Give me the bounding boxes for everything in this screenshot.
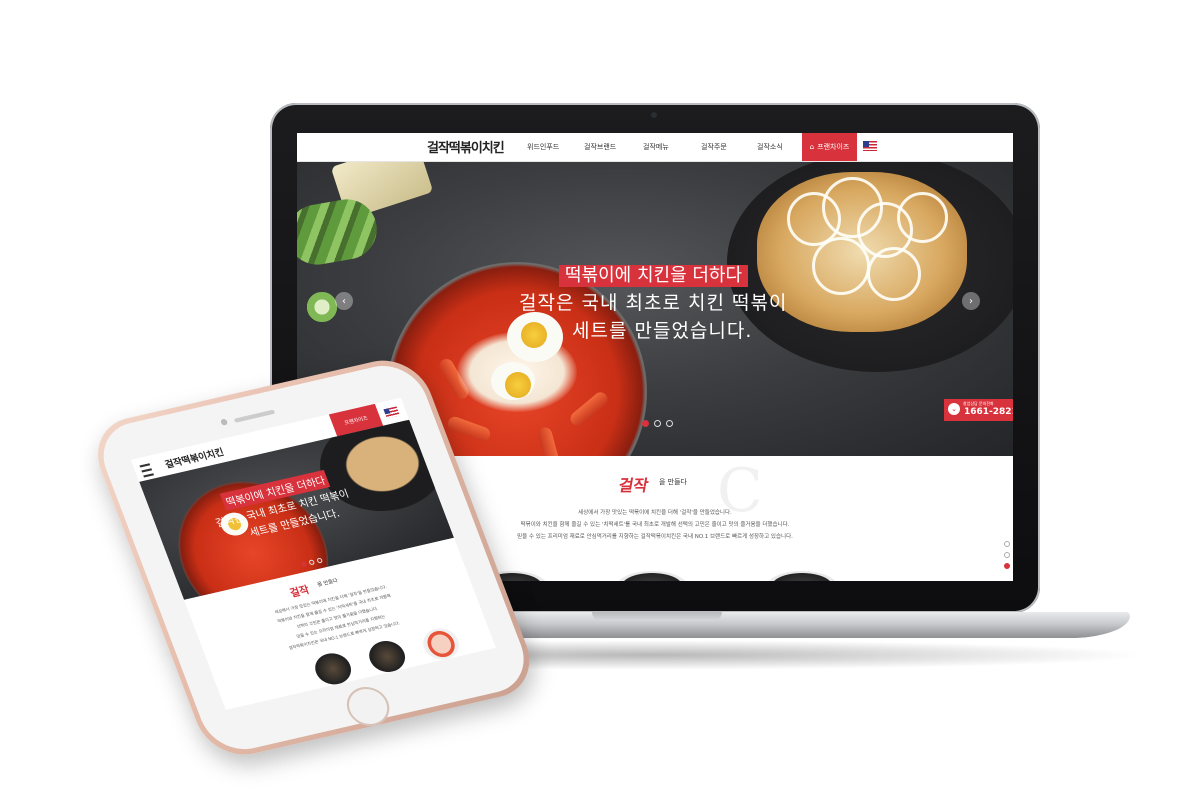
mobile-menu-thumbnail[interactable] [364,637,410,676]
chevron-down-icon: ⌄ [948,403,960,415]
franchise-icon: ⌂ [809,143,815,151]
mobile-menu-thumbnail[interactable] [418,625,464,663]
hero-subline-2: 세트를 만들었습니다. [572,320,753,342]
home-button[interactable] [340,682,396,731]
menu-thumbnail[interactable] [767,571,837,581]
mobile-hero-dot-1[interactable] [300,561,308,568]
side-nav-dot[interactable] [1004,563,1010,569]
hero-headline: 떡볶이에 치킨을 더하다 [559,265,749,287]
menu-thumbnail[interactable] [617,571,687,581]
mobile-website: 걸작떡볶이치킨 프랜차이즈 떡볶이에 치킨을 더하다 걸작은 국내 최초로 치킨… [130,397,496,710]
franchise-label: 프랜차이즈 [817,143,850,151]
mobile-intro-brand-word: 걸작 [288,584,312,600]
nav-item-news[interactable]: 걸작소식 [757,142,783,152]
intro-brand-word: 걸작 [617,476,650,495]
desktop-header-nav: 걸작떡볶이치킨 위드인푸드 걸작브랜드 걸작메뉴 걸작주문 걸작소식 ⌂ 프랜차… [297,133,1013,162]
menu-thumbnail-row [477,571,877,581]
side-nav-dot[interactable] [1004,541,1010,547]
hero-prev-arrow-icon[interactable]: ‹ [335,292,353,310]
intro-title-suffix: 을 만들다 [659,478,687,486]
mobile-hero-dot-2[interactable] [308,559,316,566]
mockup-stage: 걸작떡볶이치킨 위드인푸드 걸작브랜드 걸작메뉴 걸작주문 걸작소식 ⌂ 프랜차… [0,0,1200,800]
hero-dot-1[interactable] [642,420,649,427]
hero-subline-1: 걸작은 국내 최초로 치킨 떡볶이 [519,292,788,314]
us-flag-icon[interactable] [863,141,877,151]
us-flag-icon[interactable] [383,406,400,419]
phone-speaker [233,409,276,423]
nav-item-menu[interactable]: 걸작메뉴 [643,142,669,152]
phone-number: 1661-2821 [964,407,1013,417]
hero-dot-2[interactable] [654,420,661,427]
phone-device: 걸작떡볶이치킨 프랜차이즈 떡볶이에 치킨을 더하다 걸작은 국내 최초로 치킨… [85,352,543,763]
section-side-nav [1004,541,1010,569]
brand-logo[interactable]: 걸작떡볶이치킨 [427,137,505,156]
onion-ring-photo [897,192,948,243]
side-nav-dot[interactable] [1004,552,1010,558]
nav-item-order[interactable]: 걸작주문 [701,142,727,152]
mobile-intro-title-suffix: 을 만들다 [316,577,339,589]
phone-body: 걸작떡볶이치킨 프랜차이즈 떡볶이에 치킨을 더하다 걸작은 국내 최초로 치킨… [85,352,543,763]
onion-ring-photo [812,237,870,295]
onion-ring-photo [867,247,921,301]
hamburger-menu-icon[interactable] [139,463,155,478]
brand-logo-text: 걸작떡볶이치킨 [427,141,505,156]
mobile-menu-thumbnail[interactable] [310,649,356,688]
hero-dot-3[interactable] [666,420,673,427]
hero-pagination [642,420,673,427]
front-camera [219,418,229,426]
nav-item-brand[interactable]: 걸작브랜드 [584,142,616,152]
laptop-camera [651,112,657,118]
laptop-notch [592,612,722,621]
phone-face: 걸작떡볶이치킨 프랜차이즈 떡볶이에 치킨을 더하다 걸작은 국내 최초로 치킨… [91,358,536,757]
hero-next-arrow-icon[interactable]: › [962,292,980,310]
franchise-button[interactable]: ⌂ 프랜차이즈 [802,133,857,161]
franchise-phone-badge[interactable]: ⌄ 창업상담 문의전화 1661-2821 [944,399,1013,421]
nav-item-withinfood[interactable]: 위드인푸드 [527,142,559,152]
boiled-egg-photo [507,312,563,362]
